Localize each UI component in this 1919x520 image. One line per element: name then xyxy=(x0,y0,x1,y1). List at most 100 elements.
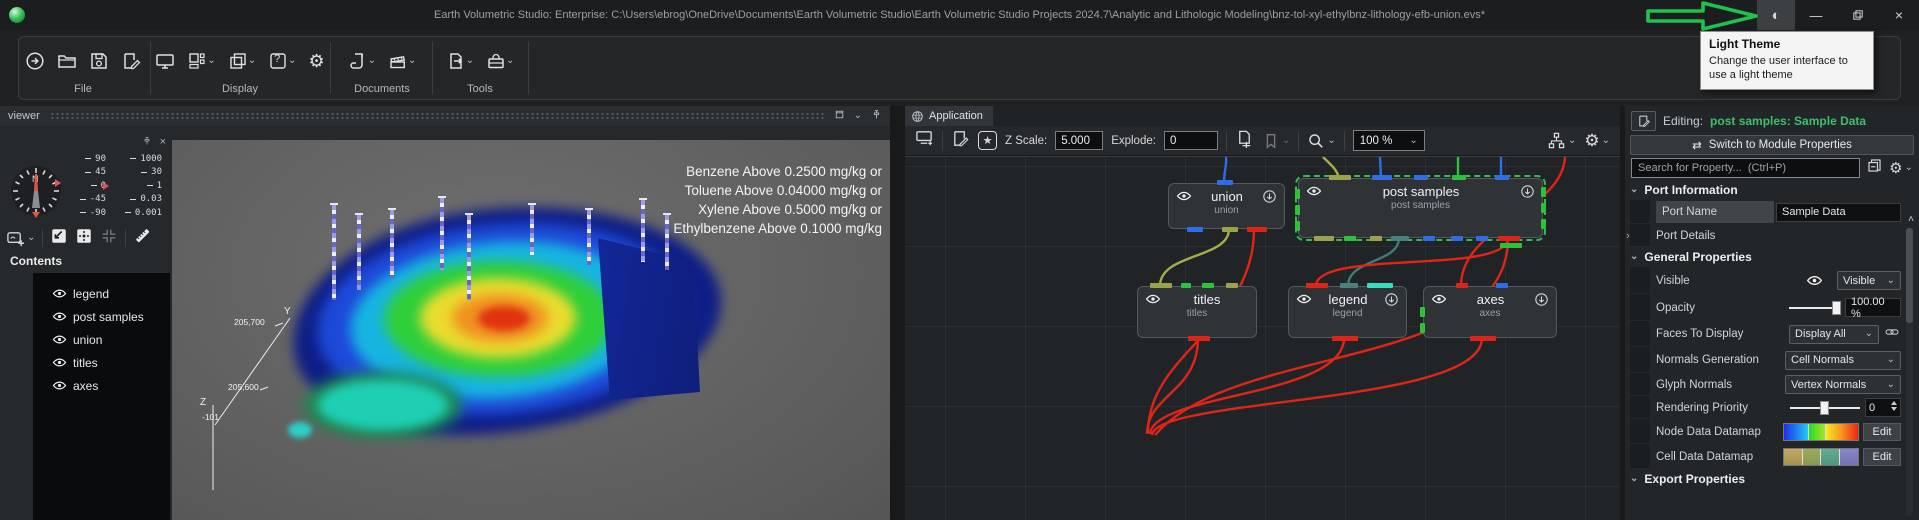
scale-marker[interactable] xyxy=(103,182,109,190)
opacity-value[interactable]: 100.00 % xyxy=(1845,296,1901,320)
edit-module-button[interactable] xyxy=(1631,110,1656,131)
port[interactable] xyxy=(1295,205,1300,215)
explode-input[interactable] xyxy=(1163,131,1218,150)
spin-up-icon[interactable] xyxy=(1891,401,1897,405)
port[interactable] xyxy=(1420,307,1425,317)
glyph-normals-dropdown[interactable]: Vertex Normals ⌄ xyxy=(1785,375,1901,394)
chevron-down-icon[interactable]: ⌄ xyxy=(854,111,862,121)
script-button[interactable]: ⌄ xyxy=(348,51,376,71)
port[interactable] xyxy=(1150,283,1172,288)
panel-drag-texture[interactable] xyxy=(49,112,824,120)
section-port-information[interactable]: ⌄ Port Information xyxy=(1625,180,1919,200)
port[interactable] xyxy=(1496,283,1508,288)
port[interactable] xyxy=(1541,203,1546,213)
edit-notes-button[interactable] xyxy=(951,129,970,153)
toolbox-button[interactable]: ⌄ xyxy=(486,51,514,71)
compass-rose[interactable]: N xyxy=(7,160,65,218)
add-module-button[interactable] xyxy=(1235,129,1254,153)
splitter[interactable] xyxy=(890,106,905,520)
z-scale-input[interactable] xyxy=(1055,131,1104,150)
tilt-marker[interactable] xyxy=(55,179,61,187)
viewport-3d[interactable]: Y 205,700 205,600 Z -101 Benzene Above 0… xyxy=(172,140,890,520)
expander-icon[interactable]: › xyxy=(1626,230,1630,242)
open-folder-button[interactable] xyxy=(57,51,77,71)
node-union[interactable]: union union xyxy=(1168,180,1285,232)
port[interactable] xyxy=(1423,236,1435,241)
download-icon[interactable] xyxy=(1534,292,1549,307)
port[interactable] xyxy=(1372,175,1392,180)
port[interactable] xyxy=(1181,283,1191,288)
contents-item-post-samples[interactable]: post samples xyxy=(33,305,170,328)
eye-icon[interactable] xyxy=(1296,291,1312,307)
property-search-input[interactable] xyxy=(1631,157,1861,178)
cell-datamap-swatch[interactable] xyxy=(1783,447,1859,466)
port[interactable] xyxy=(1314,236,1334,241)
port[interactable] xyxy=(1498,236,1520,241)
port[interactable] xyxy=(1295,189,1300,199)
section-export-properties[interactable]: ⌄ Export Properties xyxy=(1625,469,1919,489)
port[interactable] xyxy=(1202,283,1214,288)
visible-dropdown[interactable]: Visible ⌄ xyxy=(1837,271,1901,290)
eye-icon[interactable] xyxy=(52,378,67,393)
port[interactable] xyxy=(1500,243,1522,248)
node-datamap-edit-button[interactable]: Edit xyxy=(1863,422,1901,441)
port[interactable] xyxy=(1476,236,1488,241)
media-button[interactable]: ⌄ xyxy=(388,51,416,71)
eye-icon[interactable] xyxy=(52,332,67,347)
port[interactable] xyxy=(1541,219,1546,229)
port[interactable] xyxy=(1420,323,1425,333)
port-name-value[interactable]: Sample Data xyxy=(1776,202,1901,222)
property-settings-button[interactable]: ⚙ ⌄ xyxy=(1889,159,1913,177)
port[interactable] xyxy=(1391,236,1409,241)
eye-icon[interactable] xyxy=(1806,272,1823,289)
contents-item-legend[interactable]: legend xyxy=(33,282,170,305)
node-axes[interactable]: axes axes xyxy=(1420,283,1557,341)
eye-icon[interactable] xyxy=(1145,291,1161,307)
eye-icon[interactable] xyxy=(52,286,67,301)
open-application-button[interactable] xyxy=(25,51,45,71)
display-monitor-button[interactable] xyxy=(155,51,175,71)
bookmark-button[interactable]: ⌄ xyxy=(1262,132,1290,150)
port[interactable] xyxy=(1332,336,1358,341)
center-view-button[interactable] xyxy=(75,227,93,250)
port[interactable] xyxy=(1451,236,1463,241)
contents-item-titles[interactable]: titles xyxy=(33,351,170,374)
help-button[interactable]: ? ⌄ xyxy=(268,51,297,71)
port[interactable] xyxy=(1226,283,1238,288)
module-network-canvas[interactable]: union union post samples post samples ti… xyxy=(905,156,1620,520)
download-icon[interactable] xyxy=(1262,189,1277,204)
theme-toggle-button[interactable]: ◐ xyxy=(1757,0,1795,30)
eye-icon[interactable] xyxy=(52,309,67,324)
node-legend[interactable]: legend legend xyxy=(1288,283,1407,341)
port[interactable] xyxy=(1217,180,1233,185)
close-icon[interactable]: × xyxy=(160,136,166,148)
download-icon[interactable] xyxy=(1520,184,1535,199)
port[interactable] xyxy=(1188,336,1210,341)
pin-icon[interactable] xyxy=(142,133,152,151)
collapse-view-button[interactable] xyxy=(100,227,118,250)
spin-down-icon[interactable] xyxy=(1891,407,1897,411)
eye-icon[interactable] xyxy=(1176,188,1192,204)
section-general-properties[interactable]: ⌄ General Properties xyxy=(1625,247,1919,267)
eye-icon[interactable] xyxy=(1306,183,1322,199)
port[interactable] xyxy=(1295,221,1300,231)
windows-button[interactable]: ⌄ xyxy=(228,51,256,71)
node-post-samples[interactable]: post samples post samples xyxy=(1295,175,1546,248)
port[interactable] xyxy=(1222,227,1238,232)
properties-scrollbar[interactable] xyxy=(1906,228,1913,516)
scroll-up-icon[interactable]: ˄ xyxy=(1908,214,1914,225)
port[interactable] xyxy=(1456,283,1468,288)
restore-button[interactable] xyxy=(1837,0,1879,30)
zoom-tool-button[interactable]: ⌄ xyxy=(1307,132,1336,150)
port[interactable] xyxy=(1495,175,1509,180)
port[interactable] xyxy=(1306,283,1328,288)
contents-item-axes[interactable]: axes xyxy=(33,374,170,397)
favorites-button[interactable]: ★ xyxy=(978,131,997,150)
port[interactable] xyxy=(1370,236,1382,241)
copy-properties-icon[interactable] xyxy=(1866,157,1883,179)
add-to-view-button[interactable] xyxy=(915,129,934,153)
port[interactable] xyxy=(1452,175,1466,180)
close-button[interactable]: × xyxy=(1879,0,1919,30)
maximize-panel-icon[interactable] xyxy=(834,109,845,123)
port[interactable] xyxy=(1470,336,1496,341)
